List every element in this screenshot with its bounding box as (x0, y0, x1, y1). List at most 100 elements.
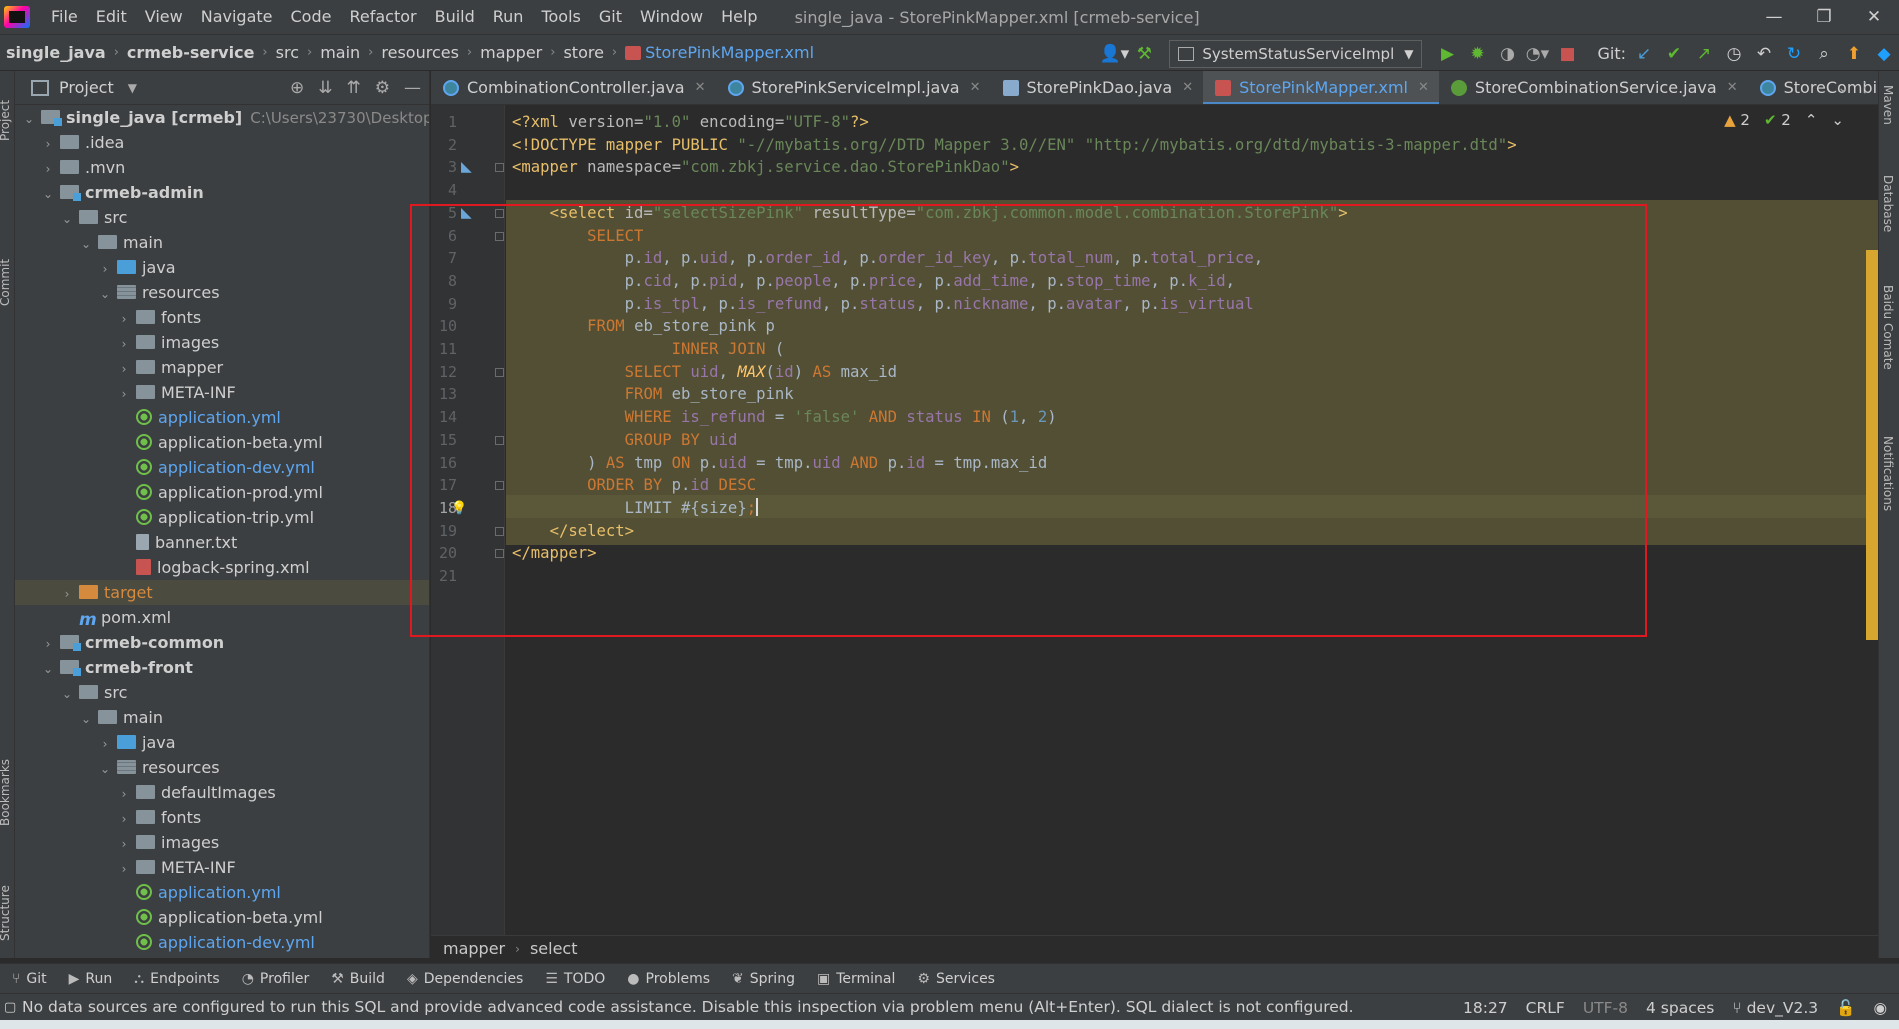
tool-window-git[interactable]: ⑂ Git (12, 971, 47, 987)
tree-item[interactable]: ⌄ src (15, 205, 429, 230)
tree-item[interactable]: ⌄ main (15, 230, 429, 255)
breadcrumb-item[interactable]: main (317, 43, 363, 62)
close-tab-icon[interactable]: ✕ (1727, 80, 1738, 95)
editor-breadcrumb-mapper[interactable]: mapper (443, 939, 505, 958)
menu-file[interactable]: File (42, 0, 87, 34)
tool-window-endpoints[interactable]: ⛬ Endpoints (134, 971, 219, 987)
tree-item[interactable]: application.yml (15, 405, 429, 430)
status-icon[interactable]: ▢ (4, 1000, 16, 1015)
tree-item[interactable]: › META-INF (15, 380, 429, 405)
chevron-right-icon[interactable]: › (116, 782, 132, 807)
tree-item[interactable]: m pom.xml (15, 605, 429, 630)
git-branch[interactable]: ⑂ dev_V2.3 (1732, 999, 1818, 1017)
tool-window-todo[interactable]: ☰ TODO (545, 971, 605, 987)
scrollbar-highlight-marker[interactable] (1866, 250, 1878, 640)
tree-item[interactable]: logback-spring.xml (15, 555, 429, 580)
tree-item[interactable]: application-beta.yml (15, 430, 429, 455)
code-area[interactable]: <?xml version="1.0" encoding="UTF-8"?> <!… (451, 105, 1878, 935)
run-configuration-select[interactable]: SystemStatusServiceImpl ▼ (1169, 39, 1423, 68)
profile-icon[interactable]: ◔▾ (1522, 39, 1552, 69)
menu-help[interactable]: Help (712, 0, 766, 34)
editor-tab[interactable]: StorePinkServiceImpl.java ✕ (716, 71, 991, 104)
tree-item[interactable]: banner.txt (15, 530, 429, 555)
menu-navigate[interactable]: Navigate (192, 0, 282, 34)
tool-window-terminal[interactable]: ▣ Terminal (817, 971, 895, 987)
tree-item[interactable]: ⌄ crmeb-admin (15, 180, 429, 205)
tree-item[interactable]: › fonts (15, 305, 429, 330)
menu-edit[interactable]: Edit (87, 0, 136, 34)
tool-window-problems[interactable]: ● Problems (627, 971, 710, 987)
line-number[interactable]: 21 (431, 563, 457, 590)
commit-tool-button[interactable]: Commit (0, 259, 12, 306)
tree-item[interactable]: › java (15, 730, 429, 755)
chevron-down-icon[interactable]: ⌄ (21, 107, 37, 132)
chevron-right-icon[interactable]: › (116, 357, 132, 382)
tool-window-dependencies[interactable]: ◈ Dependencies (407, 971, 523, 987)
menu-view[interactable]: View (136, 0, 192, 34)
chevron-down-icon[interactable]: ⌄ (40, 657, 56, 682)
line-separator[interactable]: CRLF (1526, 999, 1565, 1017)
breadcrumb-file[interactable]: StorePinkMapper.xml (622, 43, 817, 62)
editor-tab[interactable]: StoreCombinationService.java ✕ (1439, 71, 1748, 104)
chevron-right-icon[interactable]: › (59, 582, 75, 607)
git-push-icon[interactable]: ↗ (1689, 39, 1719, 69)
chevron-down-icon[interactable]: ⌄ (78, 707, 94, 732)
breadcrumb-item[interactable]: crmeb-service (124, 43, 258, 62)
maven-tool-button[interactable]: Maven (1881, 85, 1895, 125)
git-update-icon[interactable]: ↙ (1629, 39, 1659, 69)
chevron-down-icon[interactable]: ⌄ (1831, 111, 1844, 129)
tree-item[interactable]: ⌄ resources (15, 280, 429, 305)
chevron-right-icon[interactable]: › (116, 807, 132, 832)
minimize-icon[interactable]: — (1749, 0, 1799, 34)
fold-icon[interactable] (495, 481, 504, 491)
git-commit-icon[interactable]: ✔ (1659, 39, 1689, 69)
chevron-down-icon[interactable]: ⌄ (97, 282, 113, 307)
restore-icon[interactable]: ❐ (1799, 0, 1849, 34)
tree-item[interactable]: › .idea (15, 130, 429, 155)
chevron-up-icon[interactable]: ⌃ (1805, 111, 1818, 129)
tree-item[interactable]: ⌄ main (15, 705, 429, 730)
inspection-widget[interactable]: ▲ 2 ✔ 2 ⌃ ⌄ (1724, 111, 1844, 129)
breadcrumb-item[interactable]: src (273, 43, 302, 62)
breadcrumb-item[interactable]: store (560, 43, 606, 62)
menu-refactor[interactable]: Refactor (340, 0, 425, 34)
fold-icon[interactable] (495, 231, 504, 241)
chevron-right-icon[interactable]: › (40, 157, 56, 182)
tree-item[interactable]: › images (15, 330, 429, 355)
menu-code[interactable]: Code (282, 0, 341, 34)
baidu-comate-tool-button[interactable]: Baidu Comate (1881, 285, 1895, 370)
tool-window-build[interactable]: ⚒ Build (331, 971, 385, 987)
tree-item[interactable]: › fonts (15, 805, 429, 830)
tree-item[interactable]: › defaultImages (15, 780, 429, 805)
tree-item[interactable]: application.yml (15, 880, 429, 905)
tree-item[interactable]: › java (15, 255, 429, 280)
tree-item[interactable]: › .mvn (15, 155, 429, 180)
intention-bulb-icon[interactable]: 💡 (451, 495, 467, 522)
run-icon[interactable]: ▶ (1432, 39, 1462, 69)
mybatis-navigation-icon[interactable]: ◣ (461, 203, 483, 221)
menu-tools[interactable]: Tools (532, 0, 589, 34)
menu-git[interactable]: Git (590, 0, 631, 34)
close-tab-icon[interactable]: ✕ (695, 80, 706, 95)
editor-breadcrumb-select[interactable]: select (530, 939, 578, 958)
fold-icon[interactable] (495, 549, 504, 559)
file-encoding[interactable]: UTF-8 (1583, 999, 1628, 1017)
update-icon[interactable]: ⬆ (1839, 39, 1869, 69)
code-editor[interactable]: 1 2 3 4 5 6 7 8 9 10 11 12 13 14 15 16 17 18 19 20 21 ◣ ◣ <?xm… (431, 105, 1878, 935)
fold-icon[interactable] (495, 163, 504, 173)
close-tab-icon[interactable]: ✕ (1182, 80, 1193, 95)
editor-gutter[interactable]: 1 2 3 4 5 6 7 8 9 10 11 12 13 14 15 16 17 18 19 20 21 ◣ ◣ (431, 105, 505, 935)
chevron-down-icon[interactable]: ⌄ (59, 682, 75, 707)
close-tab-icon[interactable]: ✕ (1418, 80, 1429, 95)
fold-icon[interactable] (495, 526, 504, 536)
notifications-tool-button[interactable]: Notifications (1881, 436, 1895, 511)
chevron-down-icon[interactable]: ⌄ (78, 232, 94, 257)
tree-item[interactable]: ⌄ single_java [crmeb] C:\Users\23730\Deskt… (15, 105, 429, 130)
tool-window-run[interactable]: ▶ Run (69, 971, 113, 987)
tree-item[interactable]: ⌄ src (15, 680, 429, 705)
tree-item[interactable]: ⌄ crmeb-front (15, 655, 429, 680)
tree-item[interactable]: application-dev.yml (15, 455, 429, 480)
tree-item[interactable]: application-prod.yml (15, 480, 429, 505)
tree-item[interactable]: application-dev.yml (15, 930, 429, 955)
search-icon[interactable]: ⌕ (1809, 39, 1839, 69)
